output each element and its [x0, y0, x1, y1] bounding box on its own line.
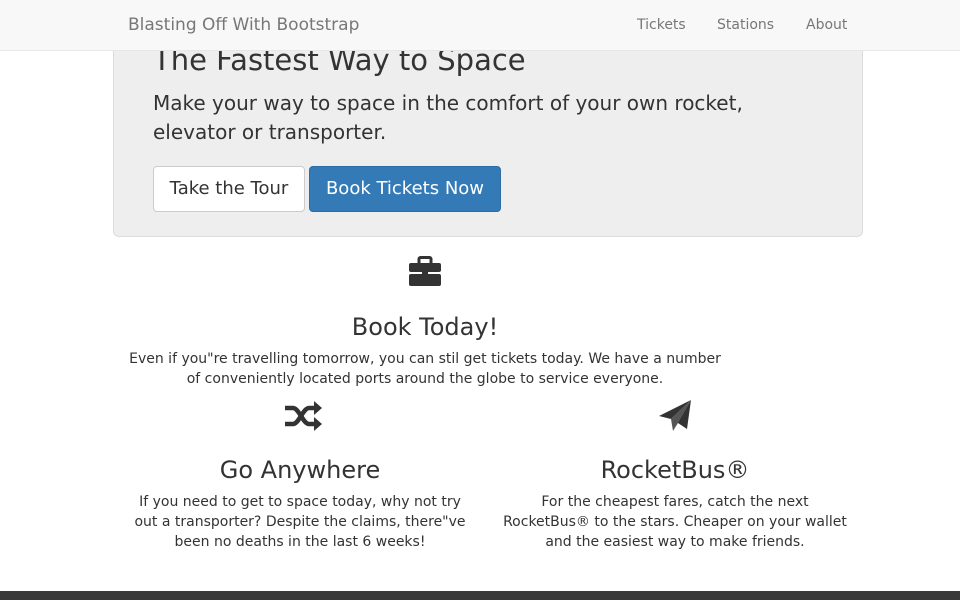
navbar-brand[interactable]: Blasting Off With Bootstrap — [128, 14, 359, 36]
nav-link-tickets[interactable]: Tickets — [637, 16, 686, 34]
book-tickets-now-button[interactable]: Book Tickets Now — [309, 166, 501, 212]
take-the-tour-button[interactable]: Take the Tour — [153, 166, 305, 212]
paper-plane-icon — [659, 400, 691, 431]
nav-link-about[interactable]: About — [806, 16, 847, 34]
briefcase-icon — [409, 256, 441, 286]
feature-text-book-today: Even if you"re travelling tomorrow, you … — [129, 351, 721, 387]
shuffle-icon — [285, 401, 322, 431]
feature-text-go-anywhere: If you need to get to space today, why n… — [134, 494, 466, 550]
hero-lead: Make your way to space in the comfort of… — [153, 91, 743, 144]
feature-title-book-today: Book Today! — [351, 313, 499, 341]
feature-text-rocketbus: For the cheapest fares, catch the next R… — [503, 494, 847, 550]
navbar: Blasting Off With Bootstrap Tickets Stat… — [0, 0, 960, 51]
feature-title-rocketbus: RocketBus® — [600, 456, 750, 484]
nav-link-stations[interactable]: Stations — [717, 16, 774, 34]
feature-title-go-anywhere: Go Anywhere — [219, 456, 381, 484]
footer — [0, 591, 960, 600]
